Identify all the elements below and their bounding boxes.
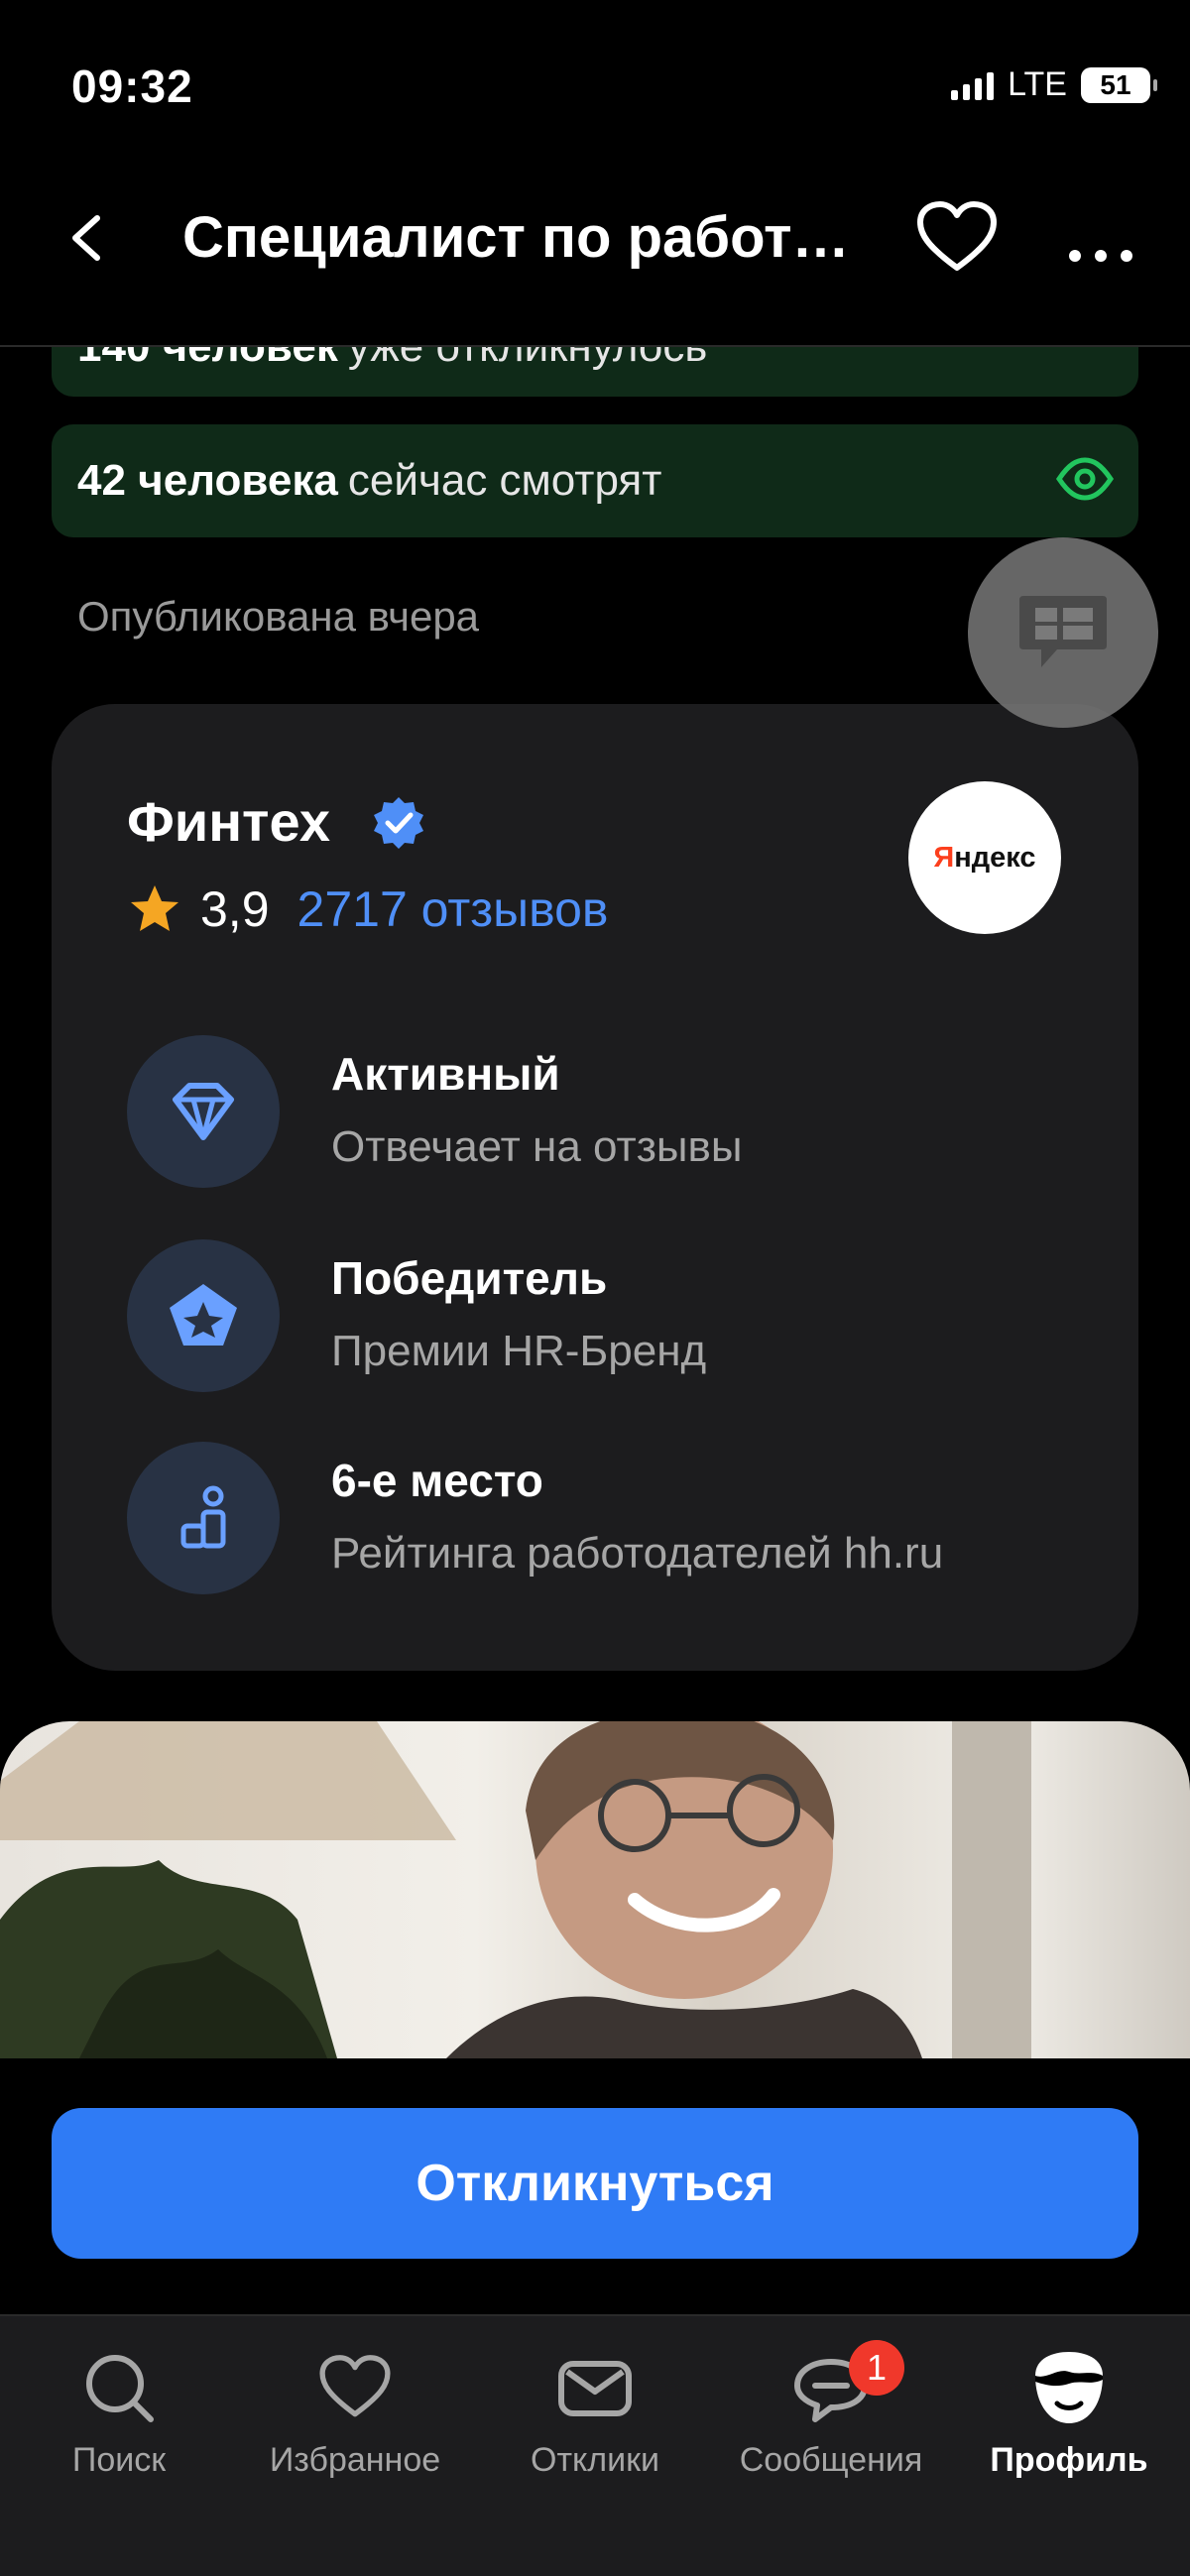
feature-subtitle: Премии HR-Бренд: [331, 1327, 707, 1375]
feature-active: Активный Отвечает на отзывы: [127, 1035, 1079, 1194]
company-card[interactable]: Финтех 3,9 2717 отзывов Яндекс Активный …: [52, 704, 1138, 1671]
envelope-icon: [555, 2340, 635, 2435]
tab-messages[interactable]: 1 Сообщения: [712, 2340, 950, 2518]
tab-search[interactable]: Поиск: [0, 2340, 238, 2518]
podium-icon: [180, 1485, 226, 1549]
feature-icon: [127, 1239, 280, 1392]
company-logo: Яндекс: [908, 781, 1061, 934]
pentagon-star-icon: [170, 1284, 237, 1346]
status-time: 09:32: [71, 60, 193, 112]
reviews-link[interactable]: 2717 отзывов: [298, 880, 609, 938]
rating-value: 3,9: [200, 881, 270, 937]
top-app-bar: Специалист по работе с клиентами: [0, 169, 1190, 347]
status-bar: 09:32 LTE 51: [0, 0, 1190, 169]
feature-title: Активный: [331, 1048, 560, 1100]
favorite-button[interactable]: [912, 198, 1002, 278]
banner-text: сейчас смотрят: [347, 456, 662, 505]
logo-text-accent: Я: [933, 841, 955, 874]
signal-icon: [951, 70, 995, 100]
network-type: LTE: [1008, 65, 1067, 103]
tab-label: Поиск: [71, 2441, 167, 2479]
chat-fab-button[interactable]: [968, 537, 1158, 728]
eye-icon: [1055, 457, 1115, 501]
battery-icon: 51: [1081, 66, 1157, 103]
chat-bubble-icon: [1019, 596, 1107, 667]
feature-subtitle: Отвечает на отзывы: [331, 1122, 743, 1171]
tab-favorites[interactable]: Избранное: [236, 2340, 474, 2518]
search-icon: [79, 2340, 159, 2435]
star-icon: [131, 885, 178, 931]
feature-icon: [127, 1442, 280, 1594]
bottom-tab-bar: Поиск Избранное Отклики 1 Сообщения Проф…: [0, 2314, 1190, 2576]
tab-responses[interactable]: Отклики: [476, 2340, 714, 2518]
status-indicators: LTE 51: [951, 65, 1157, 104]
feature-rating-place: 6-е место Рейтинга работодателей hh.ru: [127, 1442, 1079, 1600]
more-dots-icon: [1069, 250, 1132, 262]
apply-button[interactable]: Откликнуться: [52, 2108, 1138, 2259]
feature-title: Победитель: [331, 1252, 608, 1304]
chevron-left-icon: [72, 215, 100, 261]
heart-icon: [315, 2340, 395, 2435]
profile-avatar-icon: [1027, 2340, 1111, 2435]
diamond-icon: [173, 1083, 234, 1140]
company-name[interactable]: Финтех: [127, 789, 330, 854]
more-button[interactable]: [1061, 198, 1140, 278]
heart-icon: [917, 201, 997, 271]
tab-label: Отклики: [531, 2441, 659, 2479]
tab-label: Профиль: [990, 2441, 1148, 2479]
tab-label: Сообщения: [739, 2441, 923, 2479]
viewers-count-banner: 42 человека сейчас смотрят: [52, 424, 1138, 537]
rating-row: 3,9 2717 отзывов: [127, 880, 608, 938]
page-title: Специалист по работе с клиентами: [182, 205, 877, 270]
person-photo-image: [0, 1721, 1031, 2058]
verified-badge-icon: [374, 797, 423, 849]
logo-text: ндекс: [954, 841, 1036, 874]
feature-winner: Победитель Премии HR-Бренд: [127, 1239, 1079, 1398]
back-button[interactable]: [58, 198, 117, 278]
unread-badge: 1: [849, 2340, 904, 2396]
chat-bubble-icon: 1: [791, 2340, 904, 2435]
feature-title: 6-е место: [331, 1455, 543, 1506]
published-date: Опубликована вчера: [77, 593, 480, 640]
apply-panel: Откликнуться: [0, 2058, 1190, 2316]
tab-label: Избранное: [269, 2441, 441, 2479]
feature-subtitle: Рейтинга работодателей hh.ru: [331, 1529, 944, 1578]
feature-icon: [127, 1035, 280, 1188]
tab-profile[interactable]: Профиль: [950, 2340, 1188, 2518]
company-photo: [0, 1721, 1190, 2058]
banner-count: 42 человека: [77, 456, 338, 505]
